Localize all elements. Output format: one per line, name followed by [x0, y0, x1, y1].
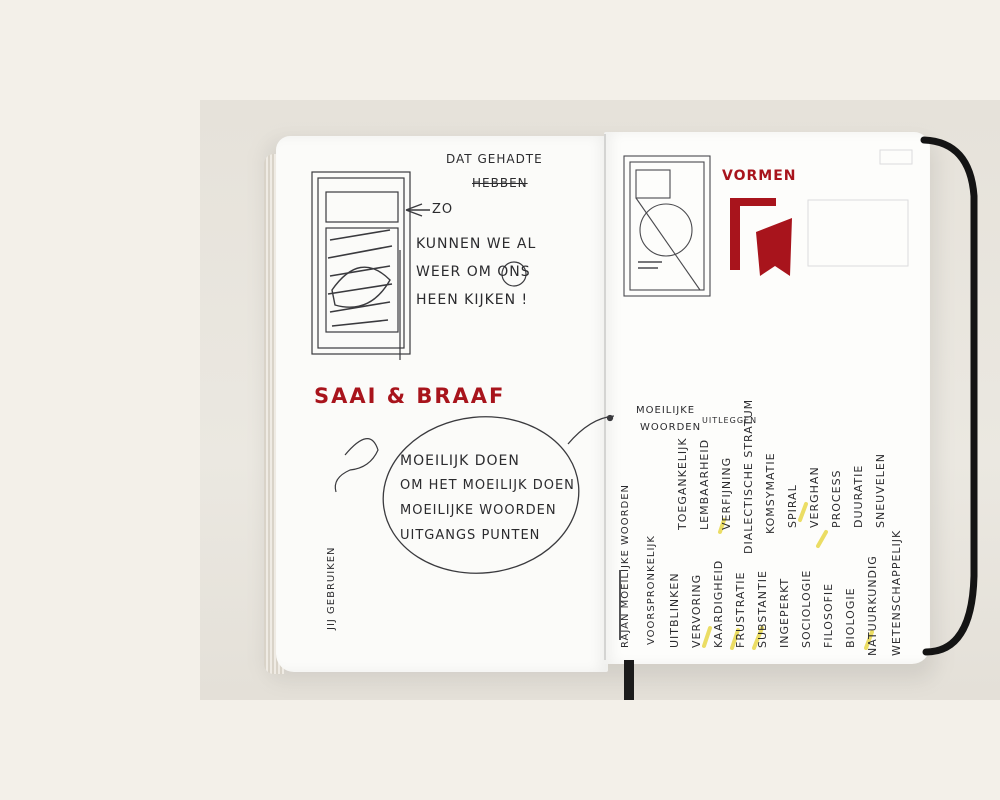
word-list-item: SPIRAL [786, 484, 799, 528]
layout-sketch-right [623, 155, 711, 297]
right-page-title: VORMEN [722, 168, 797, 184]
top-note-line2: HEBBEN [472, 176, 528, 190]
notebook-photo: DAT GEHADTE HEBBEN ZO KUNNEN WE AL WEER … [200, 100, 1000, 700]
column-header: RAJAN MOEILIJKE WOORDEN [620, 483, 631, 648]
word-list-item: NATUURKUNDIG [866, 555, 879, 656]
word-list-item: SOCIOLOGIE [800, 569, 813, 648]
callout-line-2: WOORDEN [640, 422, 702, 433]
faint-sketch-right [807, 149, 913, 267]
word-list-item: VERGHAN [808, 466, 821, 528]
bubble-line-1: MOEILIJK DOEN [400, 453, 520, 469]
top-note-line1: DAT GEHADTE [446, 152, 543, 166]
bubble-line-4: UITGANGS PUNTEN [400, 528, 541, 543]
word-list-item: VERFIJNING [720, 456, 733, 530]
word-list-item: FRUSTRATIE [734, 571, 747, 648]
word-list-item: UITBLINKEN [668, 572, 681, 648]
column-header-2: VOORSPRONKELIJK [646, 535, 657, 645]
word-list-item: WETENSCHAPPELIJK [890, 529, 903, 656]
word-list-item: FILOSOFIE [822, 582, 835, 648]
callout-line-1: MOEILIJKE [636, 405, 696, 416]
word-list-item: DIALECTISCHE STRATUM [742, 398, 755, 554]
note-line-3: HEEN KIJKEN ! [416, 292, 529, 308]
note-line-2: WEER OM ONS [416, 264, 531, 280]
word-list-item: KOMSYMATIE [764, 452, 777, 534]
word-list-item: KAARDIGHEID [712, 559, 725, 648]
speech-bubble [334, 414, 615, 574]
word-list-item: TOEGANKELIJK [676, 437, 689, 530]
bubble-line-2: OM HET MOEILIJK DOEN [400, 478, 575, 493]
word-list-item: PROCESS [830, 469, 843, 528]
arrow-note: ZO [432, 202, 454, 217]
word-list-item: BIOLOGIE [844, 587, 857, 648]
vormen-logo-mark [730, 198, 792, 276]
side-note: JIJ GEBRUIKEN [326, 546, 337, 630]
note-line-1: KUNNEN WE AL [416, 236, 537, 252]
word-list-item: INGEPERKT [778, 577, 791, 648]
word-list-item: VERVORING [690, 573, 703, 648]
word-list-item: SUBSTANTIE [756, 570, 769, 648]
left-page-title: SAAI & BRAAF [314, 384, 506, 408]
word-list-item: SNEUVELEN [874, 453, 887, 528]
word-list-item: LEMBAARHEID [698, 438, 711, 530]
word-list-item: DUURATIE [852, 464, 865, 528]
bubble-line-3: MOEILIJKE WOORDEN [400, 503, 557, 518]
